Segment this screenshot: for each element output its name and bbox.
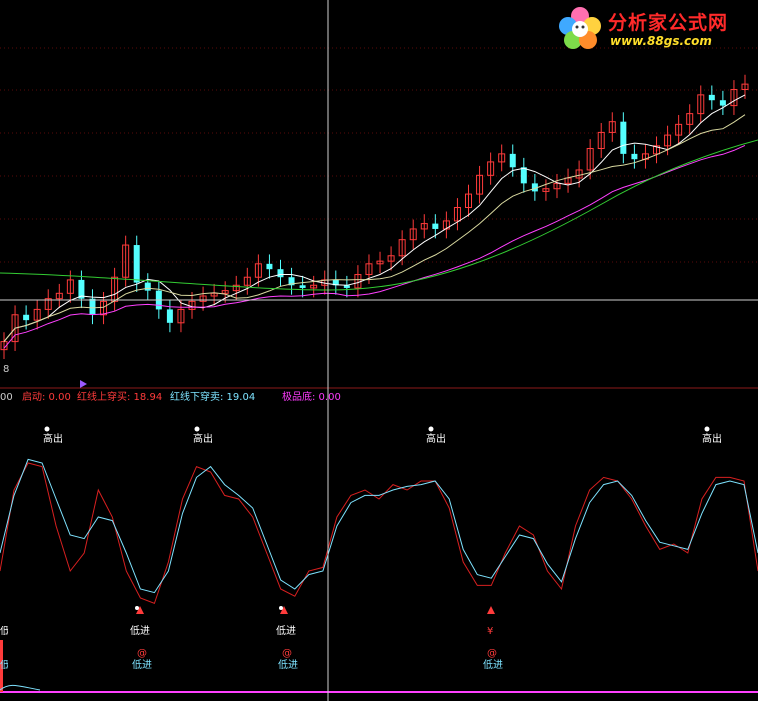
at-mark: @ [487,648,497,659]
signal-low-in: 低进 [130,626,150,637]
flower-logo-icon [559,7,601,49]
candle-body [708,94,715,101]
ma-mid-light-line [3,114,746,342]
low-dot [135,606,139,610]
header-start: 启动: 0.00 [22,392,71,403]
at-mark: @ [282,648,292,659]
signal-high-out: 高出 [702,434,722,445]
high-dot [194,426,200,432]
candle-body [520,167,527,184]
at-mark: @ [137,648,147,659]
candle-body [631,153,638,160]
low-triangle [487,606,495,614]
high-dot [428,426,434,432]
candle-body [166,309,173,323]
signal-low-in-cyan: 低进 [483,660,503,671]
price-grid [0,47,758,693]
low-dot [279,606,283,610]
high-dot [704,426,710,432]
high-dot [44,426,50,432]
oscillator-lines [0,458,758,605]
oscillator-red-line [0,462,758,605]
price-axis-label: 8 [3,364,10,375]
stock-chart[interactable] [0,0,758,701]
oscillator-cyan-line [0,458,758,594]
candle-body [23,314,30,321]
signal-low-in-edge-cyan: 低进 [0,660,8,671]
signal-high-out: 高出 [43,434,63,445]
signal-high-out: 高出 [426,434,446,445]
bottom-wave [0,684,41,691]
candle-body [509,153,516,168]
logo-title: 分析家公式网 [608,12,729,34]
candle-body [719,100,726,106]
candlestick-series [0,74,749,360]
candle-body [299,285,306,288]
header-red-cross-buy: 红线上穿买: 18.94 [77,392,163,403]
signal-low-in-edge: 低进 [0,626,8,637]
candle-body [133,245,140,283]
header-premium-bottom: 极品底: 0.00 [282,392,341,403]
yen-mark: ¥ [487,626,494,637]
candle-body [620,121,627,154]
site-logo: 分析家公式网 www.88gs.com [554,4,754,54]
ma-short-line [3,94,746,342]
logo-url: www.88gs.com [610,34,712,48]
ma-mid-line [3,144,746,349]
signal-low-in: 低进 [276,626,296,637]
header-lead: 00 [0,392,13,403]
ma-long-line [0,139,758,291]
play-icon [80,380,87,388]
candle-body [432,223,439,229]
signal-high-out: 高出 [193,434,213,445]
header-red-cross-sell: 红线下穿卖: 19.04 [170,392,256,403]
signal-low-in-cyan: 低进 [132,660,152,671]
signal-markers [0,426,710,692]
candle-body [266,263,273,270]
signal-low-in-cyan: 低进 [278,660,298,671]
candle-body [144,282,151,291]
crosshair [0,0,758,701]
candle-body [89,298,96,315]
candle-body [277,269,284,278]
